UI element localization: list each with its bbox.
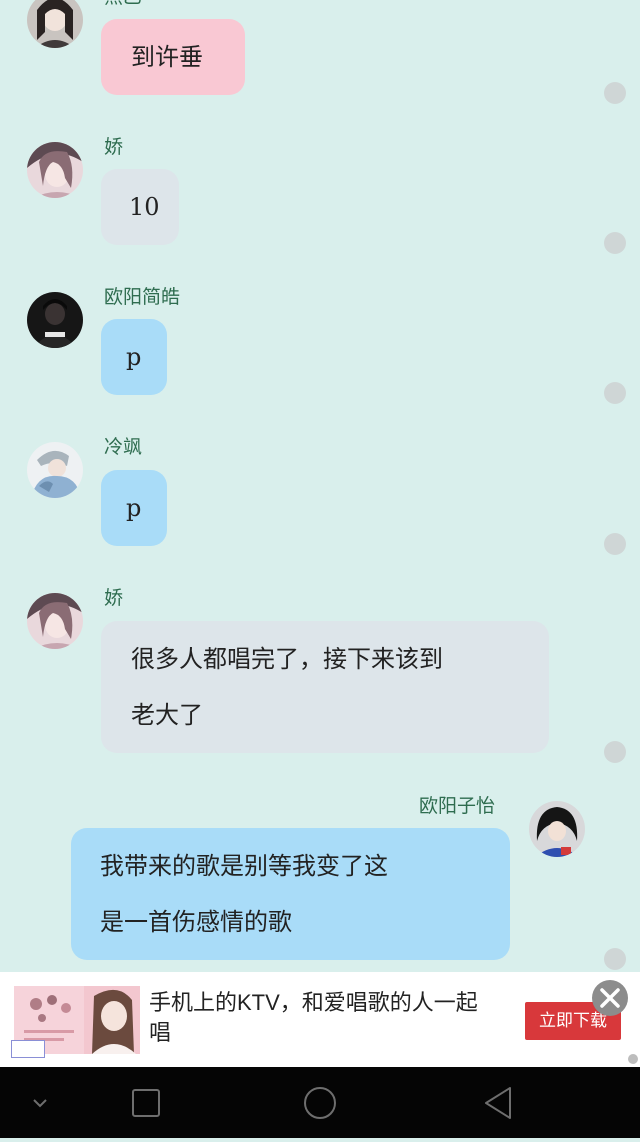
self-avatar[interactable] xyxy=(529,801,585,857)
message-text-line: 是一首伤感情的歌 xyxy=(100,908,292,936)
message-text: 10 xyxy=(129,193,160,221)
message-bubble[interactable]: 我带来的歌是别等我变了这 是一首伤感情的歌 xyxy=(71,828,510,960)
message-text: p xyxy=(126,343,142,371)
message-bubble[interactable]: 很多人都唱完了，接下来该到 老大了 xyxy=(101,621,549,753)
sender-avatar[interactable] xyxy=(27,593,83,649)
ad-info-icon[interactable] xyxy=(628,1054,638,1064)
sender-avatar[interactable] xyxy=(27,442,83,498)
back-icon[interactable] xyxy=(476,1067,520,1138)
home-icon[interactable] xyxy=(298,1067,342,1138)
recents-icon[interactable] xyxy=(124,1067,168,1138)
ad-title[interactable]: 手机上的KTV，和爱唱歌的人一起唱 xyxy=(149,988,499,1048)
message-text-line: 老大了 xyxy=(131,701,203,729)
sender-avatar[interactable] xyxy=(27,0,83,48)
message-status-dot xyxy=(604,741,626,763)
close-icon[interactable] xyxy=(592,980,628,1016)
system-navigation-bar xyxy=(0,1067,640,1138)
sender-avatar[interactable] xyxy=(27,142,83,198)
ad-label-tag xyxy=(11,1040,45,1058)
message-status-dot xyxy=(604,533,626,555)
ad-banner[interactable]: 手机上的KTV，和爱唱歌的人一起唱 立即下载 xyxy=(0,972,640,1067)
sender-name: 欧阳子怡 xyxy=(419,795,496,817)
chevron-down-icon[interactable] xyxy=(18,1067,62,1138)
sender-avatar[interactable] xyxy=(27,292,83,348)
message-text-line: 很多人都唱完了，接下来该到 xyxy=(131,645,443,673)
chat-message-list[interactable]: 杰乙 到许垂 娇 10 xyxy=(0,0,640,972)
sender-name: 杰乙 xyxy=(104,0,142,7)
message-bubble[interactable]: 10 xyxy=(101,169,179,245)
message-text: 到许垂 xyxy=(131,43,203,71)
message-status-dot xyxy=(604,948,626,970)
message-text: p xyxy=(126,494,142,522)
sender-name: 娇 xyxy=(104,587,124,609)
message-text-line: 我带来的歌是别等我变了这 xyxy=(100,852,388,880)
sender-name: 冷飒 xyxy=(104,436,143,458)
message-bubble[interactable]: 到许垂 xyxy=(101,19,245,95)
message-status-dot xyxy=(604,82,626,104)
sender-name: 娇 xyxy=(104,136,124,158)
message-bubble[interactable]: p xyxy=(101,319,167,395)
message-status-dot xyxy=(604,382,626,404)
sender-name: 欧阳简皓 xyxy=(104,286,181,308)
message-bubble[interactable]: p xyxy=(101,470,167,546)
message-status-dot xyxy=(604,232,626,254)
